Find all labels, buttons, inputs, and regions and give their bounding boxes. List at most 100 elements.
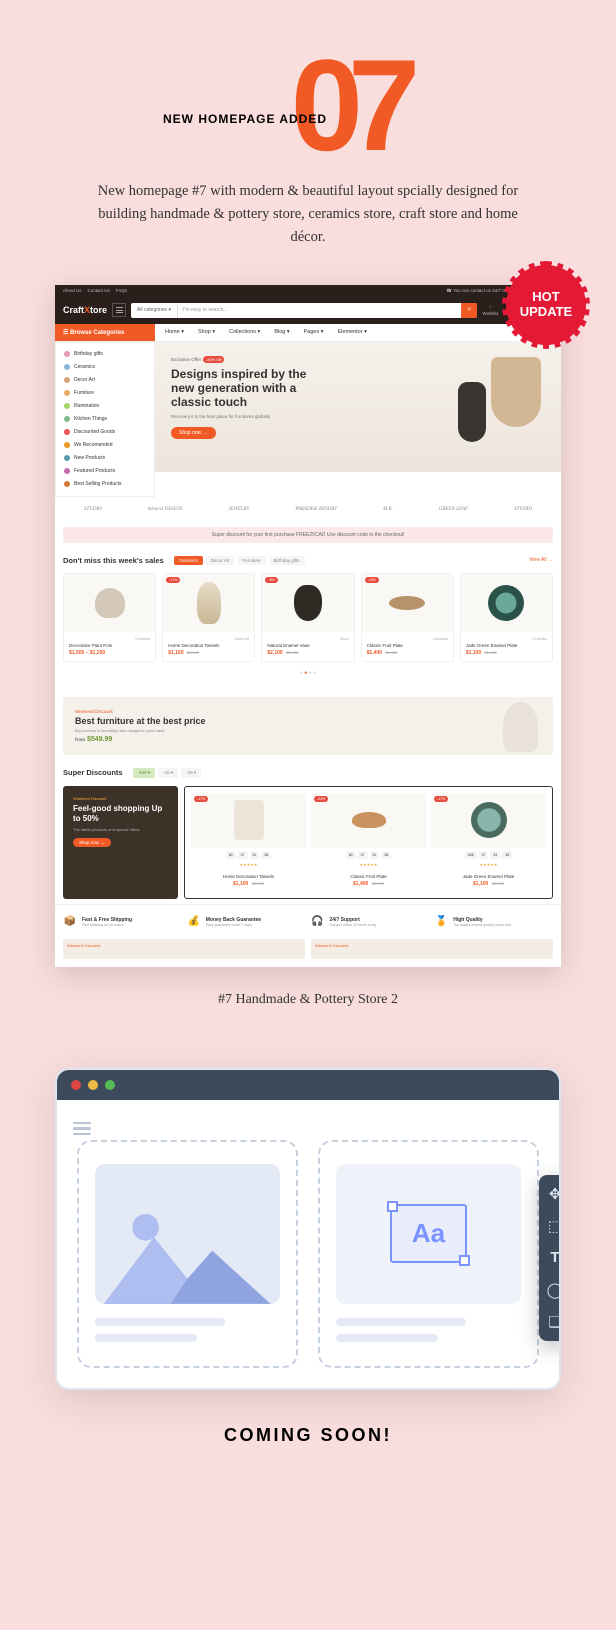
topbar-link[interactable]: FAQs [116,288,127,293]
vase-image [458,382,486,442]
search-input[interactable]: I'm easy to search... [178,303,462,318]
promo-bar: Super discount for your first purchase F… [63,527,553,543]
filter-tab[interactable]: Decor Art [206,556,235,565]
theme-screenshot: About UsContact UsFAQs ☎ You can contact… [55,285,561,967]
disc-shop-button[interactable]: Shop now → [73,838,111,847]
product-card[interactable]: CeramicsDecorative Plant Pots$1,505 – $1… [63,573,156,662]
sidebar-item[interactable]: Birthday gifts [56,348,154,361]
sidebar-item[interactable]: Decor Art [56,374,154,387]
nav-item[interactable]: Elementor ▾ [338,329,367,336]
browse-categories[interactable]: ☰ Browse Categories [55,324,155,341]
discount-badge: -20% Off [203,356,225,363]
features-row: 📦Fast & Free ShippingFree shipping on al… [55,904,561,939]
disc-tag: Weekend Discount [73,796,168,801]
bottom-banner[interactable]: Weekend Discount [63,939,305,959]
filter-tab[interactable]: Birthday gifts [269,556,305,565]
product-card[interactable]: -24%80075138★★★★★Classic Fruit Plate$1,4… [311,793,426,892]
hero-digits: 07 [291,40,406,170]
lamp-image [491,357,541,427]
screenshot-caption: #7 Handmade & Pottery Store 2 [55,992,561,1008]
disc-sub: The latest products and special offers. [73,827,168,832]
hero-label: NEW HOMEPAGE ADDED [163,112,327,126]
close-dot [71,1080,81,1090]
header: CraftXtore All categories ▾ I'm easy to … [55,297,561,324]
brand-logo[interactable]: STUDIO [514,507,532,512]
banner-price: $549.99 [87,736,112,743]
nav-item[interactable]: Home ▾ [165,329,184,336]
hero-number: 07 NEW HOMEPAGE ADDED [55,40,561,160]
sidebar-item[interactable]: New Products [56,452,154,465]
week-sales-heading: Don't miss this week's sales [63,556,164,565]
feature-item: 🏅High QualityTop always ensure quality c… [434,915,553,929]
search-tool-icon[interactable]: ◯ [546,1281,561,1299]
sidebar-item[interactable]: Best Selling Products [56,478,154,491]
aa-icon: Aa [390,1204,467,1263]
topbar-link[interactable]: Contact Us [88,288,110,293]
browser-titlebar [57,1070,559,1100]
product-card[interactable]: CeramicsJade Green Enamel Plate$1,100 $1… [460,573,553,662]
product-card[interactable]: -8%IllumiNatural Enamel Vase$2,100 $2,40… [261,573,354,662]
filter-tab[interactable]: Ceramics [174,556,203,565]
logo[interactable]: CraftXtore [63,305,107,315]
sidebar-item[interactable]: Furniture [56,387,154,400]
nav-item[interactable]: Shop ▾ [198,329,215,336]
text-placeholder-card: Aa [318,1140,539,1368]
nav-item[interactable]: Pages ▾ [304,329,324,336]
slider-sub: Recovery it is the best place for furnit… [171,414,545,419]
product-card[interactable]: -17%408075138★★★★★Jade Green Enamel Plat… [431,793,546,892]
discount-promo-card[interactable]: Weekend Discount Feel-good shopping Up t… [63,786,178,899]
account-link[interactable]: ♡Wishlist [482,305,498,316]
discount-tab[interactable]: -440 ▾ [133,768,156,778]
mountain-icon [95,1164,280,1304]
coming-soon-label: COMING SOON! [55,1425,561,1446]
brand-logo[interactable]: GREEN LEAF [439,507,468,512]
sidebar-item[interactable]: Discounted Goods [56,426,154,439]
discount-tab[interactable]: -28 ▾ [181,768,201,778]
search-bar[interactable]: All categories ▾ I'm easy to search... ⌕ [131,303,477,318]
hamburger-icon[interactable] [112,303,126,317]
slider-heading: Designs inspired by the new generation w… [171,367,311,410]
move-tool-icon[interactable]: ✥ [546,1185,561,1203]
brand-logo[interactable]: miracal DESIGN [148,507,183,512]
badge-l2: UPDATE [520,305,572,319]
editor-toolbar: ✥ ⬚ T ◯ ❏ [539,1175,561,1341]
sidebar-item[interactable]: We Recomended [56,439,154,452]
search-button[interactable]: ⌕ [461,303,477,318]
nav-item[interactable]: Collections ▾ [229,329,260,336]
brand-logo[interactable]: JEWELRY [228,507,249,512]
disc-heading: Feel-good shopping Up to 50% [73,804,168,825]
text-tool-icon[interactable]: T [546,1249,561,1267]
topbar-link[interactable]: About Us [63,288,82,293]
hot-update-badge: HOT UPDATE [506,265,586,345]
shop-now-button[interactable]: Shop now → [171,427,216,439]
sidebar-item[interactable]: Kitchen Things [56,413,154,426]
discount-tab[interactable]: -10 ▾ [158,768,178,778]
layers-tool-icon[interactable]: ❏ [546,1313,561,1331]
coming-soon-section: Aa ✥ ⬚ T ◯ ❏ COMING SOON! [55,1068,561,1446]
min-dot [88,1080,98,1090]
brand-logo[interactable]: STUDIO [84,507,102,512]
select-tool-icon[interactable]: ⬚ [546,1217,561,1235]
brand-logo[interactable]: M.R. [383,507,393,512]
category-sidebar: Birthday giftsCeramicsDecor ArtFurniture… [55,342,155,497]
browser-mockup: Aa ✥ ⬚ T ◯ ❏ [55,1068,561,1390]
offer-label: Exclusive Offer [171,357,201,362]
view-all-link[interactable]: View All → [529,557,553,563]
feature-item: 💰Money Back GuaranteeEasy guarantee unde… [187,915,306,929]
pagination-dots[interactable]: ● ● ● ● [63,662,553,684]
nav-item[interactable]: Blog ▾ [274,329,289,336]
sidebar-item[interactable]: Illumination [56,400,154,413]
bottom-banner[interactable]: Weekend Discount [311,939,553,959]
menu-icon [73,1122,91,1139]
brand-logo[interactable]: PARADISE RESORT [295,507,337,512]
sidebar-item[interactable]: Ceramics [56,361,154,374]
discounts-heading: Super Discounts [63,768,123,777]
furniture-banner[interactable]: Weekend Discount Best furniture at the b… [63,697,553,755]
product-card[interactable]: -17%Decor ArtHome Decoration Tassels$1,1… [162,573,255,662]
product-card[interactable]: -17%80075138★★★★★Home Decoration Tassels… [191,793,306,892]
sidebar-item[interactable]: Featured Products [56,465,154,478]
filter-tab[interactable]: Furniture [237,556,265,565]
product-card[interactable]: -24%CeramicsClassic Fruit Plate$1,400 $1… [361,573,454,662]
search-category[interactable]: All categories ▾ [131,303,178,318]
max-dot [105,1080,115,1090]
